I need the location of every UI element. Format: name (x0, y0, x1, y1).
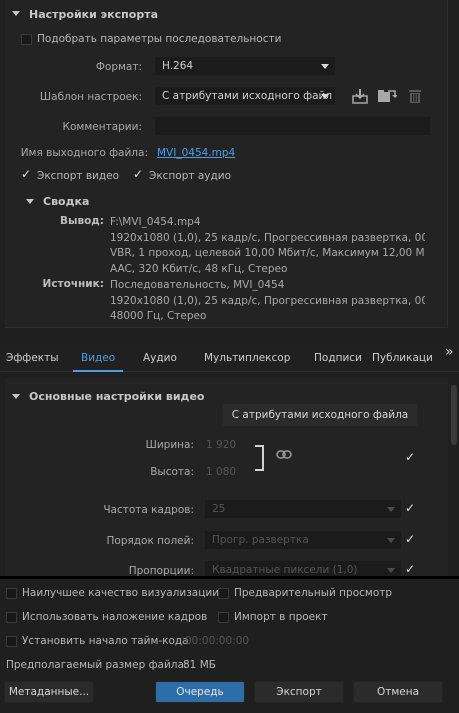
chevron-down-icon (321, 64, 329, 69)
start-timecode-value[interactable]: 00:00:00:00 (185, 635, 249, 647)
import-into-project-label: Импорт в проект (234, 611, 328, 623)
delete-preset-icon[interactable] (408, 88, 422, 104)
output-name-label: Имя выходного файла: (20, 147, 148, 159)
export-video-label: Экспорт видео (37, 170, 120, 182)
settings-tab-bar: Эффекты Видео Аудио Мультиплексор Подпис… (0, 344, 459, 372)
summary-title: Сводка (43, 195, 90, 208)
source-summary-line: Последовательность, MVI_0454 (110, 279, 285, 291)
export-settings-title: Настройки экспорта (29, 8, 159, 21)
source-summary-label: Источник: (42, 278, 104, 290)
chevron-down-icon (387, 507, 395, 512)
summary-collapse-triangle-icon[interactable] (26, 199, 34, 204)
chevron-down-icon (321, 94, 329, 99)
video-section-title: Основные настройки видео (29, 390, 205, 403)
frame-rate-match-checkbox[interactable]: ✓ (405, 501, 415, 515)
frame-blending-checkbox[interactable] (6, 612, 17, 623)
save-preset-icon[interactable] (351, 88, 369, 104)
comments-label: Комментарии: (62, 121, 142, 133)
frame-rate-label: Частота кадров: (103, 504, 194, 516)
source-summary-lines: Последовательность, MVI_0454 1920x1080 (… (110, 278, 425, 325)
preview-checkbox[interactable] (218, 588, 229, 599)
output-summary-line: AAC, 320 Кбит/с, 48 кГц, Стерео (110, 262, 288, 275)
dimensions-match-checkbox[interactable]: ✓ (405, 450, 415, 464)
estimated-size-label: Предполагаемый размер файла: (6, 659, 188, 671)
field-order-value: Прогр. развертка (212, 534, 309, 546)
match-sequence-checkbox[interactable] (21, 34, 32, 45)
chevron-down-icon (387, 538, 395, 543)
metadata-button[interactable]: Метаданные... (4, 681, 94, 703)
export-button[interactable]: Экспорт (254, 681, 344, 703)
export-audio-label: Экспорт аудио (149, 170, 232, 182)
comments-input[interactable] (155, 117, 430, 135)
export-video-checkbox[interactable]: ✓ (21, 167, 31, 181)
video-collapse-triangle-icon[interactable] (12, 394, 20, 399)
tab-publish[interactable]: Публикаци (372, 344, 433, 372)
frame-rate-value: 25 (212, 503, 226, 515)
import-preset-icon[interactable] (377, 88, 397, 104)
source-summary-line: 48000 Гц, Стерео (110, 310, 207, 322)
output-summary-lines: F:\MVI_0454.mp4 1920x1080 (1,0), 25 кадр… (110, 215, 425, 277)
output-summary-line: VBR, 1 проход, целевой 10,00 Мбит/с, Мак… (110, 247, 425, 259)
field-order-label: Порядок полей: (106, 535, 195, 547)
tab-video[interactable]: Видео (73, 344, 124, 372)
match-sequence-label: Подобрать параметры последовательности (37, 33, 282, 45)
match-source-button[interactable]: С атрибутами исходного файла (222, 403, 418, 427)
field-order-dropdown[interactable]: Прогр. развертка (205, 531, 401, 549)
preview-label: Предварительный просмотр (234, 587, 393, 599)
width-value[interactable]: 1 920 (206, 439, 236, 451)
link-bracket (255, 445, 264, 471)
link-icon[interactable] (276, 449, 292, 461)
aspect-value: Квадратные пиксели (1,0) (212, 564, 358, 576)
height-label: Высота: (150, 466, 194, 478)
import-into-project-checkbox[interactable] (218, 612, 229, 623)
start-timecode-checkbox[interactable] (6, 636, 17, 647)
tab-multiplexer[interactable]: Мультиплексор (204, 344, 290, 372)
estimated-size-value: 81 МБ (183, 659, 216, 671)
preset-label: Шаблон настроек: (39, 91, 142, 103)
aspect-match-checkbox[interactable]: ✓ (405, 562, 415, 576)
format-label: Формат: (95, 61, 142, 73)
format-dropdown[interactable]: H.264 (155, 57, 335, 75)
preset-dropdown[interactable]: С атрибутами исходного файл (155, 87, 335, 105)
max-render-quality-checkbox[interactable] (6, 588, 17, 599)
tab-audio[interactable]: Аудио (143, 344, 177, 372)
start-timecode-label: Установить начало тайм-кода (22, 635, 189, 647)
export-audio-checkbox[interactable]: ✓ (133, 167, 143, 181)
output-summary-label: Вывод: (59, 215, 104, 227)
source-summary-line: 1920x1080 (1,0), 25 кадр/с, Прогрессивна… (110, 294, 425, 307)
tab-captions[interactable]: Подписи (314, 344, 362, 372)
max-render-quality-label: Наилучшее качество визуализации (22, 587, 220, 599)
output-summary-line: F:\MVI_0454.mp4 (110, 216, 201, 228)
height-value[interactable]: 1 080 (206, 466, 236, 478)
collapse-triangle-icon[interactable] (12, 11, 20, 16)
output-summary-line: 1920x1080 (1,0), 25 кадр/с, Прогрессивна… (110, 231, 425, 244)
tabs-overflow-icon[interactable]: » (445, 338, 454, 366)
tab-effects[interactable]: Эффекты (6, 344, 59, 372)
format-value: H.264 (162, 60, 194, 72)
frame-rate-dropdown[interactable]: 25 (205, 500, 401, 518)
cancel-button[interactable]: Отмена (353, 681, 443, 703)
queue-button[interactable]: Очередь (155, 681, 245, 703)
chevron-down-icon (387, 568, 395, 573)
frame-blending-label: Использовать наложение кадров (22, 611, 208, 623)
field-order-match-checkbox[interactable]: ✓ (405, 532, 415, 546)
scrollbar-thumb[interactable] (451, 385, 457, 445)
output-filename-link[interactable]: MVI_0454.mp4 (157, 147, 235, 159)
width-label: Ширина: (145, 439, 194, 451)
preset-value: С атрибутами исходного файл (162, 90, 333, 102)
